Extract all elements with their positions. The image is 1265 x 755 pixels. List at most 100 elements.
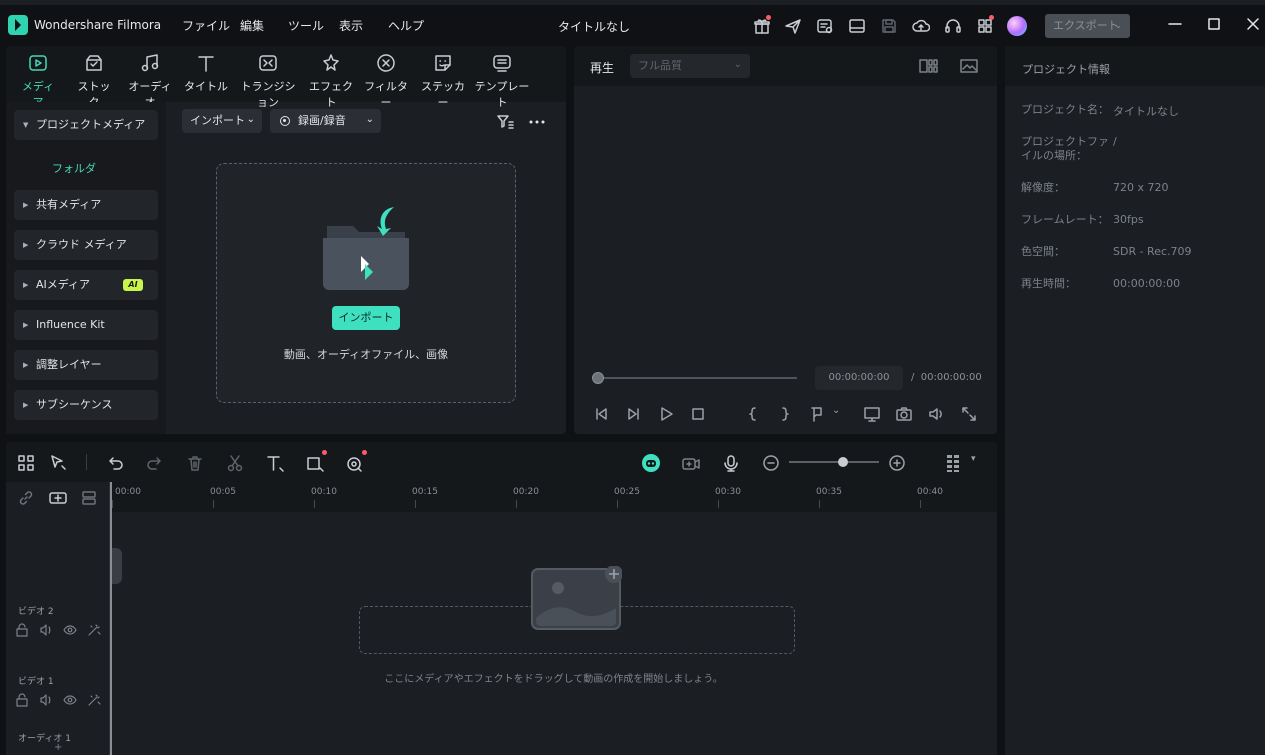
- project-settings-icon[interactable]: [816, 17, 834, 35]
- text-tool-icon[interactable]: [265, 453, 285, 473]
- ai-tools-icon[interactable]: [345, 453, 365, 473]
- crop-tool-icon[interactable]: [305, 453, 325, 473]
- sidebar-item-adjustment-layer[interactable]: ▶ 調整レイヤー: [14, 350, 158, 380]
- eye-icon[interactable]: [63, 623, 77, 637]
- undo-icon[interactable]: [105, 453, 125, 473]
- menu-view[interactable]: 表示: [339, 17, 363, 34]
- record-dropdown[interactable]: 録画/録音 ⌄: [270, 109, 381, 133]
- lock-icon[interactable]: [16, 693, 28, 707]
- current-time[interactable]: 00:00:00:00: [815, 366, 903, 390]
- zoom-in-icon[interactable]: [887, 453, 907, 473]
- sidebar-item-shared-media[interactable]: ▶ 共有メディア: [14, 190, 158, 220]
- add-audio-track-icon[interactable]: +: [54, 742, 62, 753]
- timeline-ruler[interactable]: 00:00 00:05 00:10 00:15 00:20 00:25 00:3…: [110, 482, 997, 512]
- previous-frame-icon[interactable]: [592, 405, 610, 423]
- lock-icon[interactable]: [16, 623, 28, 637]
- caret-right-icon: ▶: [23, 201, 29, 209]
- menu-edit[interactable]: 編集: [240, 17, 264, 34]
- sidebar-item-ai-media[interactable]: ▶ AIメディア AI: [14, 270, 158, 300]
- filter-sort-icon[interactable]: [496, 113, 514, 131]
- export-button[interactable]: エクスポート ⌄: [1045, 14, 1130, 38]
- import-button[interactable]: インポート: [332, 306, 400, 330]
- link-icon[interactable]: [18, 490, 34, 506]
- zoom-slider-track[interactable]: [789, 461, 879, 463]
- media-drop-zone[interactable]: インポート 動画、オーディオファイル、画像: [216, 163, 516, 403]
- speaker-icon[interactable]: [39, 623, 53, 637]
- menu-tools[interactable]: ツール: [288, 17, 324, 34]
- camera-record-icon[interactable]: [681, 453, 701, 473]
- mark-in-icon[interactable]: [744, 405, 762, 423]
- record-dropdown-label: 録画/録音: [298, 114, 346, 127]
- display-settings-icon[interactable]: [863, 405, 881, 423]
- mark-out-icon[interactable]: [776, 405, 794, 423]
- next-frame-icon[interactable]: [625, 405, 643, 423]
- grid-view-icon[interactable]: [918, 57, 938, 75]
- speaker-icon[interactable]: [39, 693, 53, 707]
- save-icon[interactable]: [880, 17, 898, 35]
- sidebar-item-influence-kit[interactable]: ▶ Influence Kit: [14, 310, 158, 340]
- cloud-upload-icon[interactable]: [912, 17, 930, 35]
- ai-copilot-icon[interactable]: [641, 453, 661, 473]
- playback-progress-track[interactable]: [597, 377, 797, 379]
- microphone-icon[interactable]: [721, 453, 741, 473]
- import-dropdown[interactable]: インポート ⌄: [182, 109, 262, 133]
- playback-scrubber[interactable]: [592, 372, 604, 384]
- delete-icon[interactable]: [185, 453, 205, 473]
- tab-effects[interactable]: エフェクト: [308, 52, 354, 109]
- sidebar-item-project-media[interactable]: ▼ プロジェクトメディア: [14, 110, 158, 140]
- sidebar-item-subsequence[interactable]: ▶ サブシーケンス: [14, 390, 158, 420]
- tab-templates[interactable]: テンプレート: [472, 52, 532, 109]
- maximize-icon[interactable]: [1205, 15, 1223, 33]
- close-icon[interactable]: [1244, 15, 1262, 33]
- tab-media[interactable]: メディア: [18, 52, 58, 109]
- magic-wand-icon[interactable]: [87, 693, 101, 707]
- split-scissors-icon[interactable]: [225, 453, 245, 473]
- more-options-icon[interactable]: [528, 113, 546, 131]
- tab-transitions[interactable]: トランジション: [236, 52, 300, 109]
- sidebar-item-cloud-media[interactable]: ▶ クラウド メディア: [14, 230, 158, 260]
- info-value-duration: 00:00:00:00: [1113, 277, 1181, 290]
- minimize-icon[interactable]: [1166, 15, 1184, 33]
- tab-transitions-label: トランジション: [240, 80, 296, 109]
- magic-wand-icon[interactable]: [87, 623, 101, 637]
- total-time: / 00:00:00:00: [911, 372, 982, 383]
- tab-audio[interactable]: オーディオ: [126, 52, 174, 109]
- camera-snapshot-icon[interactable]: [895, 405, 913, 423]
- marker-chevron-down-icon[interactable]: ⌄: [832, 405, 846, 423]
- tab-stock[interactable]: ストック: [73, 52, 115, 109]
- sticker-icon: [432, 52, 454, 74]
- track-height-icon[interactable]: [943, 453, 963, 473]
- chevron-down-icon: ⌄: [246, 114, 255, 125]
- tab-stickers[interactable]: ステッカー: [418, 52, 468, 109]
- track-manager-icon[interactable]: [80, 490, 98, 506]
- add-track-icon[interactable]: [48, 490, 68, 506]
- quality-select[interactable]: フル品質 ⌄: [630, 54, 750, 78]
- tab-titles[interactable]: タイトル: [184, 52, 228, 100]
- play-icon[interactable]: [657, 405, 675, 423]
- tab-filters[interactable]: フィルター: [362, 52, 410, 109]
- menu-file[interactable]: ファイル: [182, 17, 230, 34]
- marker-icon[interactable]: [808, 405, 826, 423]
- ai-tools-notification-dot: [362, 450, 367, 455]
- tab-templates-label: テンプレート: [474, 80, 530, 109]
- zoom-out-icon[interactable]: [761, 453, 781, 473]
- redo-icon[interactable]: [145, 453, 165, 473]
- snapshot-view-icon[interactable]: [959, 57, 979, 75]
- layout-icon[interactable]: [848, 17, 866, 35]
- track-height-chevron-down-icon[interactable]: ▾: [971, 454, 976, 464]
- support-headset-icon[interactable]: [944, 17, 962, 35]
- playhead[interactable]: [110, 482, 112, 755]
- fullscreen-icon[interactable]: [960, 405, 978, 423]
- eye-icon[interactable]: [63, 693, 77, 707]
- track-controls-video-2: [16, 623, 101, 637]
- sidebar-folder[interactable]: フォルダ: [52, 160, 96, 176]
- layout-grid-icon[interactable]: [16, 453, 36, 473]
- track-controls-video-1: [16, 693, 101, 707]
- stop-icon[interactable]: [689, 405, 707, 423]
- user-avatar[interactable]: [1007, 16, 1027, 36]
- send-icon[interactable]: [784, 17, 802, 35]
- select-tool-icon[interactable]: [48, 453, 68, 473]
- menu-help[interactable]: ヘルプ: [388, 17, 424, 34]
- zoom-slider-knob[interactable]: [838, 457, 848, 467]
- volume-icon[interactable]: [927, 405, 945, 423]
